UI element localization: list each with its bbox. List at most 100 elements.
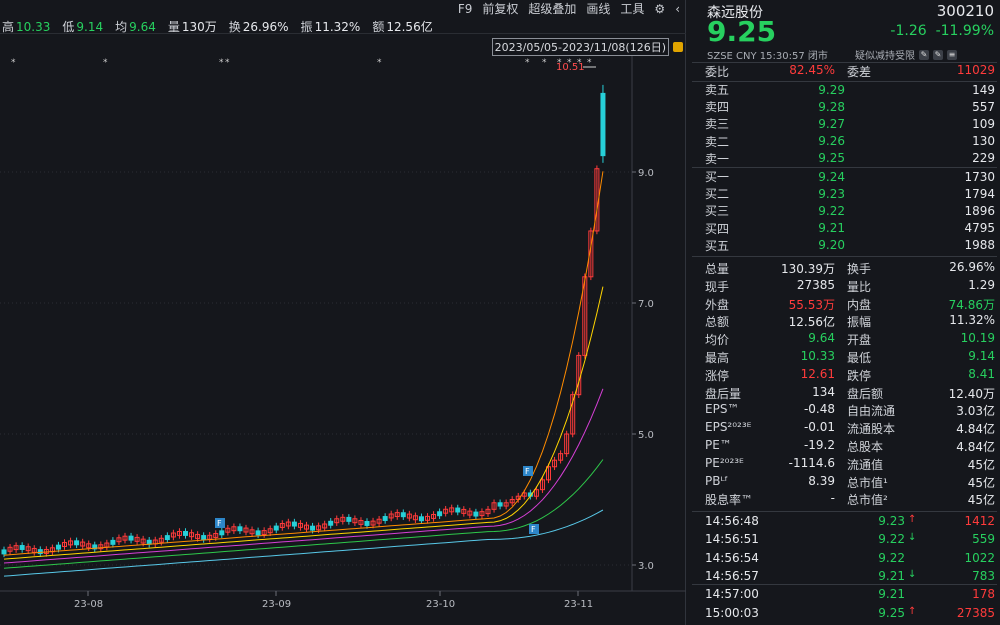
candle-body <box>201 535 207 541</box>
bid-row[interactable]: 买一 9.24 1730 <box>705 168 995 185</box>
event-star-icon: * <box>542 58 547 68</box>
stat-value: 45亿 <box>967 457 995 472</box>
stat-label: 换手 <box>847 262 872 276</box>
stat-value: 3.03亿 <box>956 404 995 419</box>
event-flag-label: F <box>217 519 222 528</box>
row-value: 9.29 <box>818 82 845 97</box>
stat-value: 130.39万 <box>781 262 835 276</box>
stat-value: 9.64 <box>808 331 835 346</box>
edit-icon[interactable]: ✎ <box>919 49 929 60</box>
bid-row[interactable]: 买四 9.21 4795 <box>705 220 995 237</box>
row-volume: 557 <box>972 99 995 114</box>
ask-row[interactable]: 卖三 9.27 109 <box>705 115 995 132</box>
event-star-icon: * <box>11 58 16 68</box>
stat-value: 10.33 <box>800 349 835 363</box>
candle-body <box>19 545 25 550</box>
tools-button[interactable]: 工具 <box>620 0 644 17</box>
draw-line-button[interactable]: 画线 <box>586 0 610 17</box>
candle-body <box>273 525 279 531</box>
lock-icon[interactable] <box>673 42 683 52</box>
quote-item-value: 11.32% <box>314 20 361 34</box>
tick-row: 14:56:48 9.23 ↑ 1412 <box>705 514 995 532</box>
ma-line <box>3 286 604 560</box>
y-tick-label: 9.0 <box>638 168 654 179</box>
date-range-label: 2023/05/05-2023/11/08(126日) <box>491 38 669 56</box>
candle-body <box>400 512 406 518</box>
stat-label: 总股本 <box>847 440 884 454</box>
ask-row[interactable]: 卖五 9.29 149 <box>705 81 995 98</box>
stat-value: 12.61 <box>800 366 835 381</box>
chevron-left-icon[interactable]: ‹ <box>675 2 680 16</box>
tick-price: 9.21 <box>878 568 905 583</box>
candle-body <box>255 530 261 536</box>
row-label: 卖五 <box>705 83 730 97</box>
bid-row[interactable]: 买三 9.22 1896 <box>705 202 995 219</box>
tick-time: 15:00:03 <box>705 605 759 620</box>
candlestick-chart[interactable]: 9.07.05.03.023-08 23-09 23-10 23-11* * * * * * * *… <box>0 56 686 625</box>
candle-body <box>128 535 134 541</box>
ask-row[interactable]: 卖二 9.26 130 <box>705 133 995 150</box>
row-value: 9.27 <box>818 116 845 131</box>
tick-volume: 178 <box>972 587 995 602</box>
stat-row: 涨停 12.61 跌停 8.41 <box>705 367 995 384</box>
stat-label: PBᴸᶠ <box>705 473 729 488</box>
ask-row[interactable]: 卖四 9.28 557 <box>705 98 995 115</box>
candle-body <box>183 530 188 536</box>
quote-item-value: 12.56亿 <box>386 20 433 34</box>
candle-body <box>74 540 80 546</box>
tick-arrow-icon: ↓ <box>908 568 917 580</box>
quote-item-label: 高 <box>2 20 15 34</box>
weicha-value: 11029 <box>956 63 995 77</box>
stat-label: 盘后量 <box>705 386 742 401</box>
row-label: 买三 <box>705 204 730 219</box>
stat-row: EPS²⁰²³ᴱ -0.01 流通股本 4.84亿 <box>705 420 995 437</box>
candle-body <box>418 516 424 522</box>
stat-row: 总量 130.39万 换手 26.96% <box>705 260 995 277</box>
quote-item: 低 9.14 <box>62 18 103 35</box>
tick-time: 14:56:51 <box>705 532 759 547</box>
candle-body <box>55 544 61 550</box>
bid-row[interactable]: 买五 9.20 1988 <box>705 237 995 254</box>
stat-value: 26.96% <box>949 260 995 274</box>
row-volume: 1730 <box>964 169 995 184</box>
pen-icon[interactable]: ✎ <box>933 49 943 60</box>
stat-value: 8.39 <box>808 473 835 488</box>
row-volume: 1794 <box>964 186 995 201</box>
tick-row: 14:56:51 9.22 ↓ 559 <box>705 532 995 550</box>
row-label: 买五 <box>705 238 730 253</box>
f9-button[interactable]: F9 <box>458 2 473 16</box>
bid-row[interactable]: 买二 9.23 1794 <box>705 185 995 202</box>
stat-value: 4.84亿 <box>956 440 995 454</box>
candle-body <box>455 507 461 513</box>
ma-line <box>3 171 604 556</box>
stat-value: -0.48 <box>803 402 835 417</box>
tick-arrow-icon: ↑ <box>908 514 917 525</box>
date-range[interactable]: 2023/05/05-2023/11/08(126日) <box>491 38 683 56</box>
stat-label: 股息率™ <box>705 493 754 508</box>
tick-time: 14:56:57 <box>705 568 759 583</box>
stat-label: 总额 <box>705 315 730 330</box>
event-star-icon: * <box>225 58 230 68</box>
stat-value: 9.14 <box>968 349 995 363</box>
stat-value: 4.84亿 <box>956 422 995 437</box>
ask-row[interactable]: 卖一 9.25 229 <box>705 150 995 167</box>
candle-body <box>346 516 352 522</box>
last-price: 9.25 <box>707 15 777 48</box>
stat-label: 量比 <box>847 279 872 294</box>
quote-item-value: 130万 <box>181 20 217 34</box>
candle-body <box>310 525 316 531</box>
quote-item: 均 9.64 <box>115 18 156 35</box>
adjust-button[interactable]: 前复权 <box>482 0 518 17</box>
overlay-button[interactable]: 超级叠加 <box>528 0 576 17</box>
stat-label: EPS²⁰²³ᴱ <box>705 420 752 435</box>
quote-item-label: 均 <box>115 20 128 34</box>
stat-value: 134 <box>812 384 835 399</box>
settings-icon[interactable]: ⚙ <box>654 2 665 16</box>
menu-icon[interactable]: ≡ <box>947 49 957 60</box>
y-tick-label: 7.0 <box>638 299 654 310</box>
candle-body <box>164 535 170 541</box>
stat-label: 总市值¹ <box>847 475 888 490</box>
kline-chart-area[interactable]: F9 前复权 超级叠加 画线 工具 ⚙ ‹ 高 10.33 低 9.14 均 9.64 量 1… <box>0 0 686 625</box>
row-volume: 1988 <box>964 238 995 253</box>
row-label: 卖四 <box>705 100 730 115</box>
